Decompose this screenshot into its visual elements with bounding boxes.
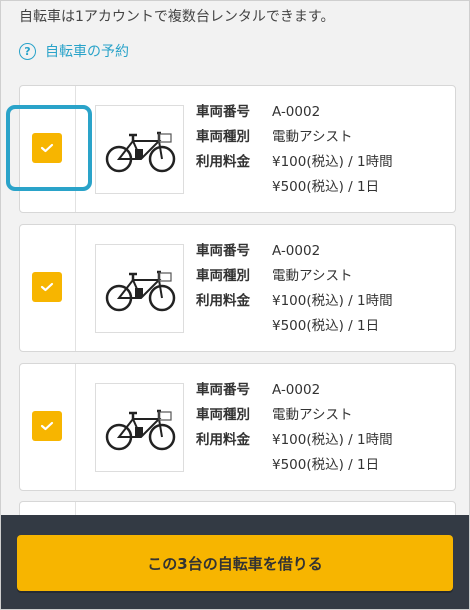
vehicle-type-label: 車両種別 <box>196 407 250 423</box>
card-divider <box>75 364 76 490</box>
fee-day-value: ¥500(税込) / 1日 <box>272 457 380 473</box>
card-divider <box>75 225 76 351</box>
vehicle-type-value: 電動アシスト <box>272 268 353 284</box>
vehicle-number-value: A-0002 <box>272 243 321 259</box>
bicycle-select-checkbox[interactable] <box>32 272 62 302</box>
vehicle-type-value: 電動アシスト <box>272 129 353 145</box>
bicycle-icon <box>105 409 176 451</box>
reserve-bicycle-link-label: 自転車の予約 <box>45 44 129 60</box>
bicycle-card: 車両番号 A-0002 車両種別 電動アシスト 利用料金 ¥100(税込) / … <box>19 224 456 352</box>
vehicle-number-value: A-0002 <box>272 104 321 120</box>
fee-hour-value: ¥100(税込) / 1時間 <box>272 293 393 309</box>
bicycle-icon <box>105 131 176 173</box>
fee-label: 利用料金 <box>196 293 250 309</box>
check-icon <box>40 421 54 431</box>
bicycle-select-checkbox[interactable] <box>32 411 62 441</box>
fee-day-value: ¥500(税込) / 1日 <box>272 179 380 195</box>
intro-text: 自転車は1アカウントで複数台レンタルできます。 <box>19 9 335 25</box>
question-circle-icon: ? <box>19 42 36 60</box>
fee-label: 利用料金 <box>196 154 250 170</box>
bicycle-image <box>95 244 184 333</box>
check-icon <box>40 143 54 153</box>
card-divider <box>75 86 76 212</box>
vehicle-number-label: 車両番号 <box>196 382 250 398</box>
vehicle-number-label: 車両番号 <box>196 243 250 259</box>
vehicle-number-value: A-0002 <box>272 382 321 398</box>
bicycle-card: 車両番号 A-0002 車両種別 電動アシスト 利用料金 ¥100(税込) / … <box>19 363 456 491</box>
rent-bicycles-button[interactable]: この3台の自転車を借りる <box>17 535 453 591</box>
footer-bar: この3台の自転車を借りる <box>1 515 469 609</box>
bicycle-image <box>95 105 184 194</box>
vehicle-type-value: 電動アシスト <box>272 407 353 423</box>
fee-label: 利用料金 <box>196 432 250 448</box>
vehicle-type-label: 車両種別 <box>196 268 250 284</box>
bicycle-select-checkbox[interactable] <box>32 133 62 163</box>
fee-hour-value: ¥100(税込) / 1時間 <box>272 432 393 448</box>
fee-hour-value: ¥100(税込) / 1時間 <box>272 154 393 170</box>
vehicle-type-label: 車両種別 <box>196 129 250 145</box>
bicycle-card: 車両番号 A-0002 車両種別 電動アシスト 利用料金 ¥100(税込) / … <box>19 85 456 213</box>
bicycle-icon <box>105 270 176 312</box>
fee-day-value: ¥500(税込) / 1日 <box>272 318 380 334</box>
check-icon <box>40 282 54 292</box>
vehicle-number-label: 車両番号 <box>196 104 250 120</box>
bicycle-image <box>95 383 184 472</box>
reserve-bicycle-link[interactable]: ? 自転車の予約 <box>19 41 129 61</box>
